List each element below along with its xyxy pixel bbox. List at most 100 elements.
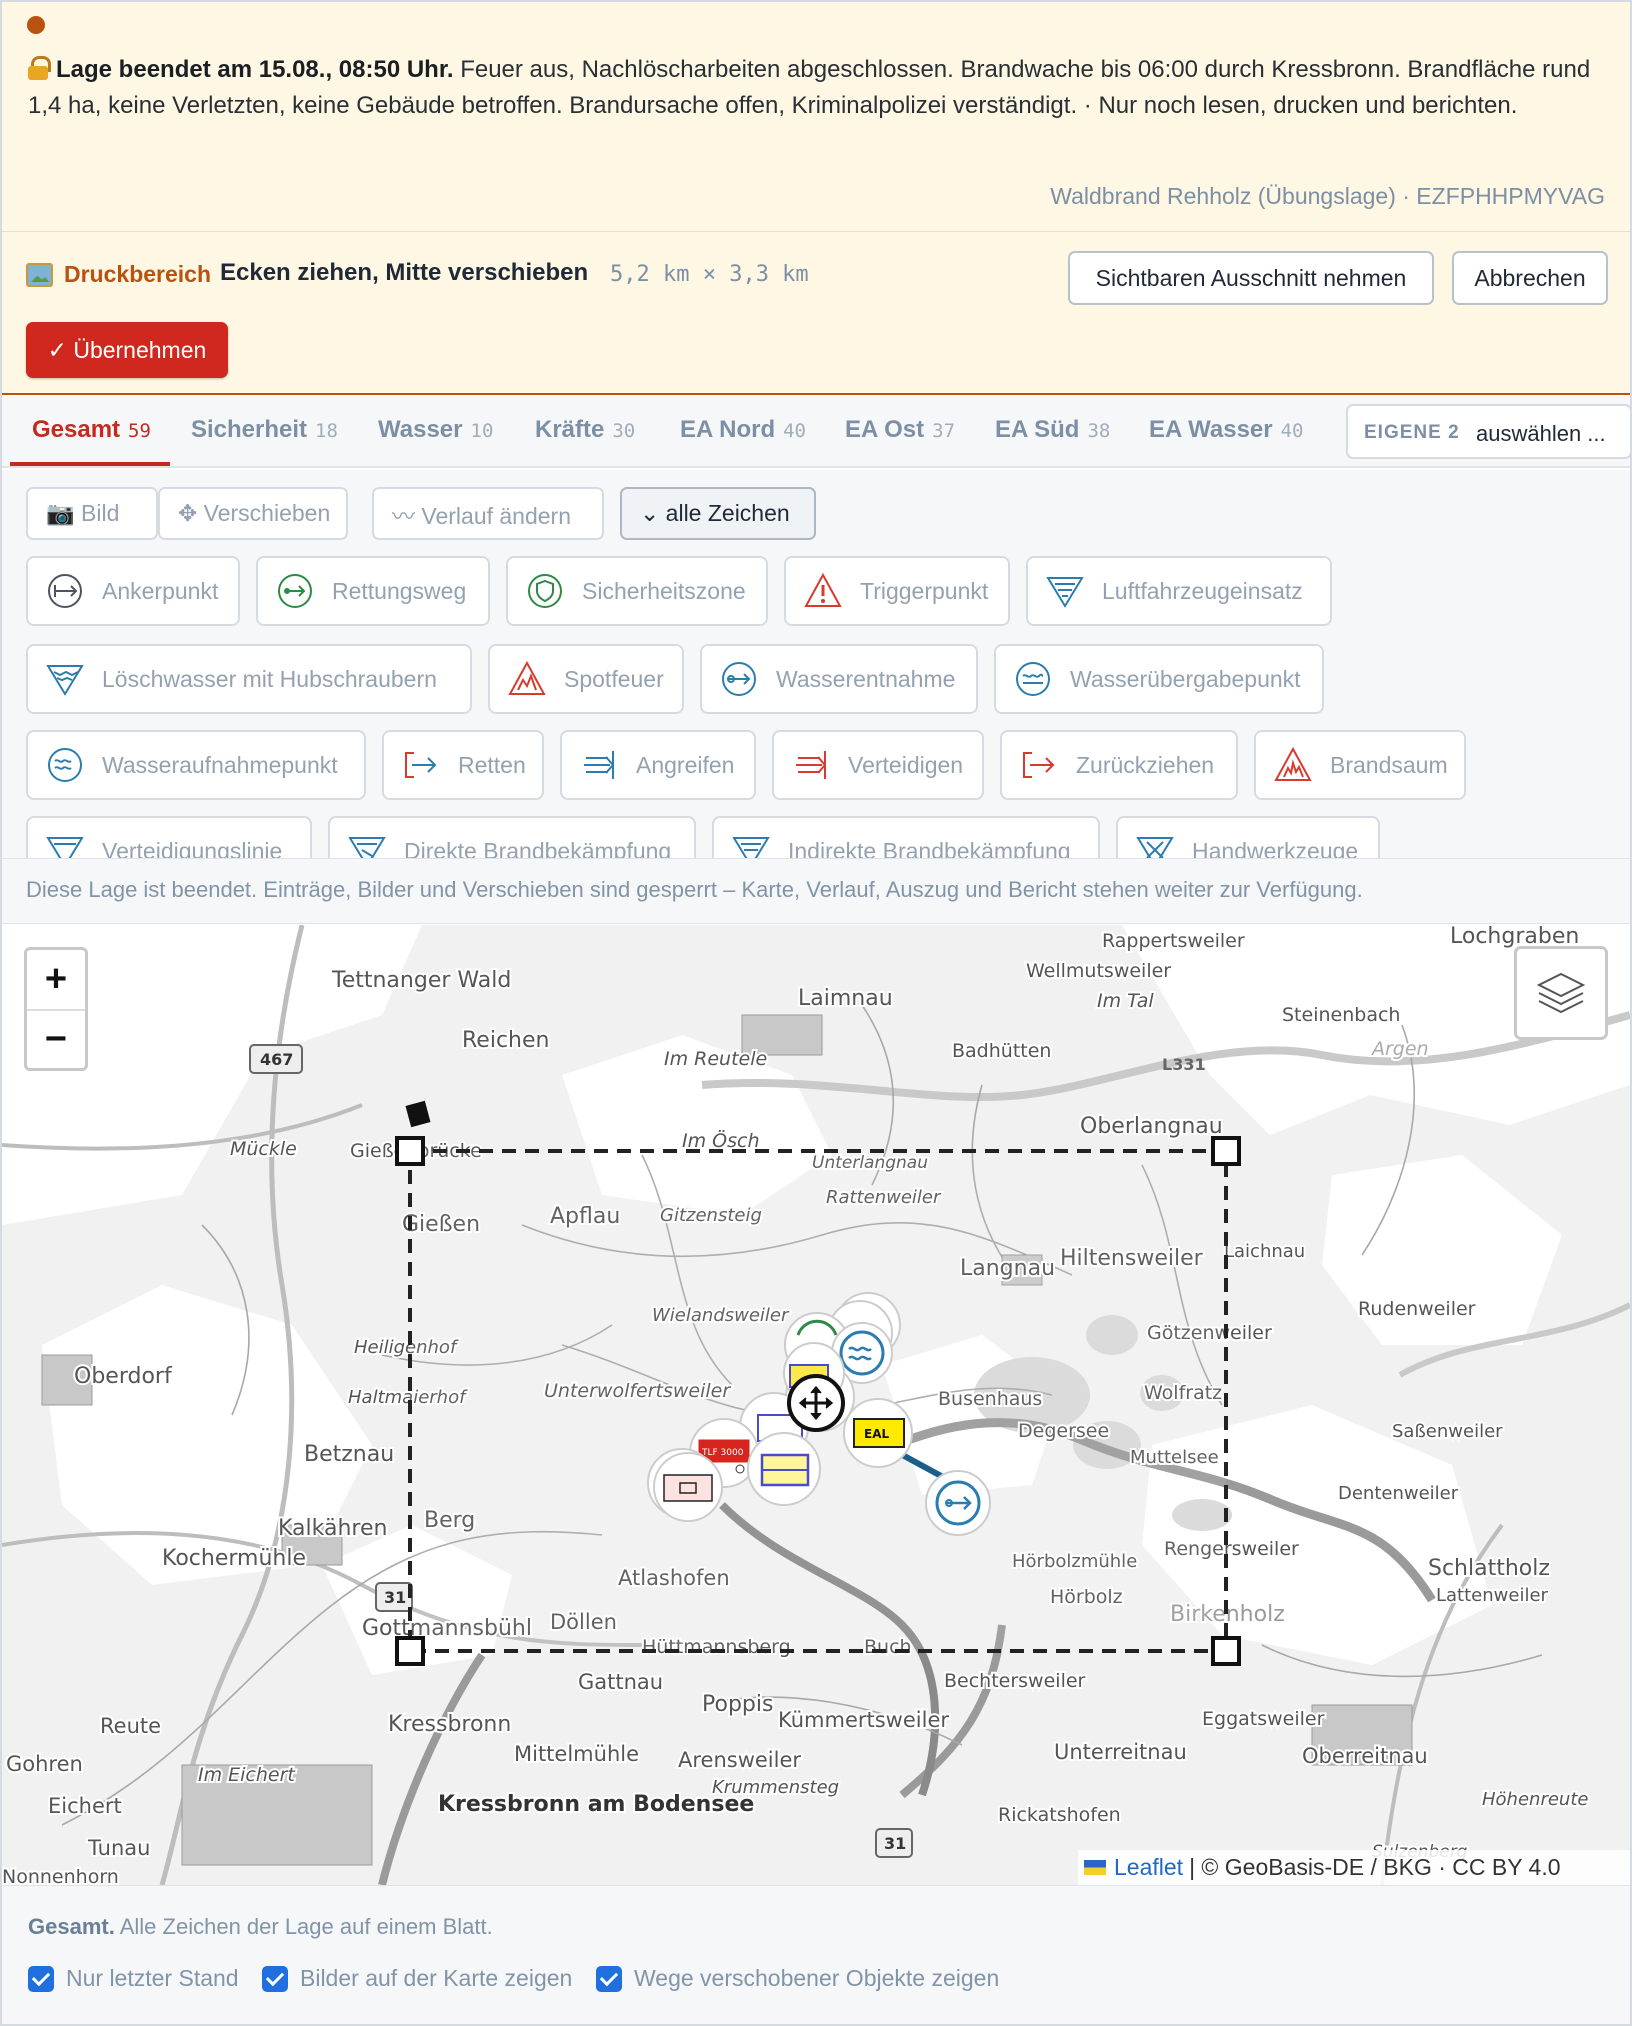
symbol-loeschwasser-hubschrauber[interactable]: Löschwasser mit Hubschraubern (26, 644, 472, 714)
place-label: Kressbronn am Bodensee (438, 1792, 754, 1817)
symbol-angreifen[interactable]: Angreifen (560, 730, 756, 800)
picture-icon (26, 263, 53, 287)
place-label: Kressbronn (388, 1712, 511, 1737)
tab-label: Gesamt (32, 416, 121, 443)
place-label: Rudenweiler (1358, 1298, 1476, 1320)
eigene-select[interactable]: EIGENE 2 auswählen ... (1346, 404, 1632, 459)
attribution-text: | © GeoBasis-DE / BKG · CC BY 4.0 (1189, 1854, 1561, 1880)
symbol-triggerpunkt[interactable]: Triggerpunkt (784, 556, 1010, 626)
symbol-label: Handwerkzeuge (1192, 837, 1359, 859)
cancel-button[interactable]: Abbrechen (1452, 251, 1608, 305)
place-label: Mittelmühle (514, 1742, 639, 1766)
move-button[interactable]: ✥ Verschieben (158, 487, 348, 540)
checkbox-checked-icon[interactable] (596, 1965, 622, 1992)
place-label: Steinenbach (1282, 1004, 1400, 1026)
tab-count: 59 (128, 420, 151, 442)
symbol-brandsaum[interactable]: Brandsaum (1254, 730, 1466, 800)
checkbox-latest-only[interactable]: Nur letzter Stand (28, 1965, 239, 1992)
take-visible-button[interactable]: Sichtbaren Ausschnitt nehmen (1068, 251, 1434, 305)
place-label: Poppis (702, 1692, 773, 1717)
zoom-out-button[interactable]: − (27, 1009, 85, 1068)
place-label: Laichnau (1224, 1241, 1305, 1262)
tab-count: 38 (1087, 420, 1111, 442)
symbol-label: Retten (458, 751, 526, 778)
tab-sicherheit[interactable]: Sicherheit 18 (191, 416, 338, 444)
place-label: Im Tal (1097, 990, 1154, 1012)
water-withdrawal-icon (722, 662, 756, 696)
place-label: Lattenweiler (1436, 1585, 1549, 1606)
trigger-point-icon (804, 572, 842, 607)
checkbox-label: Bilder auf der Karte zeigen (300, 1965, 573, 1991)
print-area-label: Druckbereich (64, 261, 212, 287)
map-view[interactable]: Lochgraben Rappertsweiler Wellmutsweiler… (2, 925, 1630, 1885)
print-description: Gesamt. Alle Zeichen der Lage auf einem … (28, 1914, 493, 1940)
place-label: Tettnanger Wald (331, 968, 511, 993)
tab-label: Sicherheit (191, 416, 308, 443)
symbol-wasserentnahme[interactable]: Wasserentnahme (700, 644, 978, 714)
symbol-direkte-brandbekaempfung[interactable]: Direkte Brandbekämpfung (328, 816, 696, 858)
symbol-ankerpunkt[interactable]: Ankerpunkt (26, 556, 240, 626)
place-label: Tunau (87, 1836, 150, 1860)
place-label: Wellmutsweiler (1026, 960, 1171, 982)
anchor-point-icon (48, 574, 82, 608)
place-label: Reichen (462, 1028, 549, 1053)
symbol-verteidigen[interactable]: Verteidigen (772, 730, 984, 800)
place-label: Oberlangnau (1080, 1114, 1223, 1139)
place-label: Im Ösch (682, 1129, 760, 1152)
checkbox-show-paths[interactable]: Wege verschobener Objekte zeigen (596, 1965, 999, 1992)
checkbox-checked-icon[interactable] (262, 1965, 288, 1992)
checkbox-label: Wege verschobener Objekte zeigen (634, 1965, 1000, 1991)
tab-ea-ost[interactable]: EA Ost 37 (845, 416, 955, 444)
symbol-verteidigungslinie[interactable]: Verteidigungslinie (26, 816, 312, 858)
all-symbols-toggle[interactable]: ⌄ alle Zeichen (620, 487, 816, 540)
symbol-sicherheitszone[interactable]: Sicherheitszone (506, 556, 768, 626)
print-corner-handle[interactable] (1211, 1136, 1241, 1166)
symbol-label: Rettungsweg (332, 577, 467, 604)
symbol-wasseruebergabepunkt[interactable]: Wasserübergabepunkt (994, 644, 1324, 714)
symbol-label: Verteidigungslinie (102, 837, 283, 859)
print-corner-handle[interactable] (395, 1636, 425, 1666)
place-label: Rappertsweiler (1102, 930, 1245, 952)
active-tab-indicator (10, 462, 170, 466)
layers-button[interactable] (1514, 946, 1608, 1040)
symbol-rettungsweg[interactable]: Rettungsweg (256, 556, 490, 626)
tab-ea-nord[interactable]: EA Nord 40 (680, 416, 806, 444)
map-canvas[interactable]: Lochgraben Rappertsweiler Wellmutsweiler… (2, 925, 1630, 1885)
symbol-wasseraufnahmepunkt[interactable]: Wasseraufnahmepunkt (26, 730, 366, 800)
symbol-label: Zurückziehen (1076, 751, 1215, 778)
place-label: Oberdorf (74, 1364, 173, 1389)
safety-zone-icon (528, 574, 562, 608)
tab-gesamt[interactable]: Gesamt 59 (32, 416, 151, 444)
zoom-control: + − (24, 947, 88, 1071)
symbol-spotfeuer[interactable]: Spotfeuer (488, 644, 684, 714)
print-corner-handle[interactable] (395, 1136, 425, 1166)
checkbox-show-images[interactable]: Bilder auf der Karte zeigen (262, 1965, 572, 1992)
tab-label: EA Süd (995, 416, 1080, 443)
zoom-in-button[interactable]: + (27, 950, 85, 1009)
symbol-retten[interactable]: Retten (382, 730, 544, 800)
tab-count: 37 (932, 420, 956, 442)
tab-count: 40 (1280, 420, 1304, 442)
checkbox-label: Nur letzter Stand (66, 1965, 239, 1991)
tab-label: EA Ost (845, 416, 925, 443)
symbol-handwerkzeuge[interactable]: Handwerkzeuge (1116, 816, 1380, 858)
place-label: Unterreitnau (1054, 1740, 1187, 1764)
symbol-luftfahrzeugeinsatz[interactable]: Luftfahrzeugeinsatz (1026, 556, 1332, 626)
print-corner-handle[interactable] (1211, 1636, 1241, 1666)
locked-notice: Diese Lage ist beendet. Einträge, Bilder… (2, 858, 1630, 924)
tab-ea-sued[interactable]: EA Süd 38 (995, 416, 1110, 444)
tab-wasser[interactable]: Wasser 10 (378, 416, 493, 444)
apply-button[interactable]: ✓ Übernehmen (26, 322, 228, 378)
symbol-label: Brandsaum (1330, 751, 1448, 778)
road-number: 31 (384, 1588, 406, 1607)
checkbox-checked-icon[interactable] (28, 1965, 54, 1992)
leaflet-link[interactable]: Leaflet (1114, 1854, 1183, 1881)
symbol-zurueckziehen[interactable]: Zurückziehen (1000, 730, 1238, 800)
tab-kraefte[interactable]: Kräfte 30 (535, 416, 635, 444)
change-history-button[interactable]: 〰 Verlauf ändern (372, 487, 604, 540)
eigene-label: EIGENE 2 (1364, 422, 1460, 443)
tab-ea-wasser[interactable]: EA Wasser 40 (1149, 416, 1304, 444)
tab-label: Wasser (378, 416, 463, 443)
image-button[interactable]: 📷 Bild (26, 487, 158, 540)
symbol-indirekte-brandbekaempfung[interactable]: Indirekte Brandbekämpfung (712, 816, 1100, 858)
